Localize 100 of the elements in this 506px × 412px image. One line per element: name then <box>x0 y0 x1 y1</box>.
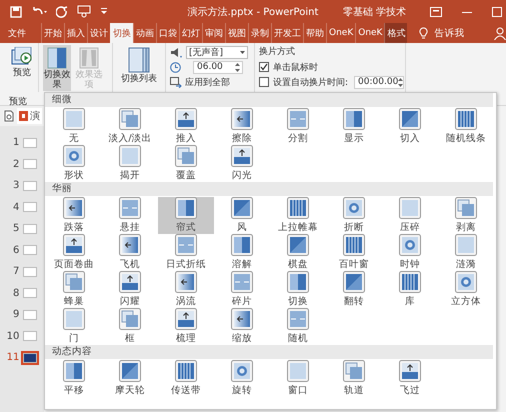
transition-icon <box>287 108 309 130</box>
transition-option[interactable]: 梳理 <box>158 308 214 345</box>
user-name[interactable]: 零基础 学技术 <box>342 4 406 18</box>
transition-option[interactable]: 折断 <box>326 197 382 234</box>
transition-option[interactable]: 框 <box>102 308 158 345</box>
transition-option[interactable]: 风 <box>214 197 270 234</box>
transition-option[interactable]: 切换 <box>270 271 326 308</box>
transition-effects-button[interactable]: 切换效果 <box>43 45 71 91</box>
transition-option[interactable]: 揭开 <box>102 145 158 182</box>
transition-icon <box>63 360 85 382</box>
transition-option[interactable]: 涟漪 <box>438 234 494 271</box>
transition-option[interactable]: 随机 <box>270 308 326 345</box>
transition-option[interactable]: 涡流 <box>158 271 214 308</box>
slide-thumbnail[interactable]: 10 <box>0 326 44 347</box>
transition-option[interactable]: 无 <box>46 108 102 145</box>
maximize-icon[interactable] <box>492 6 502 16</box>
slide-thumbnail[interactable]: 2 <box>0 154 44 175</box>
transition-option[interactable]: 门 <box>46 308 102 345</box>
transition-option[interactable]: 压碎 <box>382 197 438 234</box>
transition-option[interactable]: 页面卷曲 <box>46 234 102 271</box>
transition-option[interactable]: 旋转 <box>214 360 270 397</box>
transition-icon <box>287 234 309 256</box>
transition-option[interactable]: 分割 <box>270 108 326 145</box>
transition-icon <box>175 234 197 256</box>
section-header: 细微 <box>45 93 493 107</box>
transition-option[interactable]: 时钟 <box>382 234 438 271</box>
transition-icon <box>119 360 141 382</box>
transition-list-button[interactable]: 切换列表 <box>119 45 159 85</box>
transition-option[interactable]: 摩天轮 <box>102 360 158 397</box>
transition-option[interactable]: 百叶窗 <box>326 234 382 271</box>
transition-option[interactable]: 轨道 <box>326 360 382 397</box>
transition-option[interactable]: 飞过 <box>382 360 438 397</box>
transition-option[interactable]: 库 <box>382 271 438 308</box>
ribbon-tab[interactable]: 切换 <box>110 23 133 43</box>
sound-dropdown[interactable]: [无声音] <box>186 46 248 58</box>
transition-option[interactable]: 切入 <box>382 108 438 145</box>
transition-option[interactable]: 飞机 <box>102 234 158 271</box>
transition-icon <box>119 308 141 330</box>
redo-icon[interactable] <box>56 6 68 18</box>
apply-to-all-button[interactable]: 应用到全部 <box>170 76 230 88</box>
slide-thumbnail[interactable]: 5 <box>0 218 44 240</box>
tell-me-field[interactable]: 告诉我 <box>434 26 464 40</box>
transition-option[interactable]: 立方体 <box>438 271 494 308</box>
lightbulb-icon <box>419 26 428 40</box>
transition-icon <box>455 197 477 219</box>
transition-option[interactable]: 跌落 <box>46 197 102 234</box>
slide-thumbnail[interactable]: 9 <box>0 304 44 326</box>
effect-options-icon <box>79 47 99 69</box>
transition-option[interactable]: 翻转 <box>326 271 382 308</box>
transition-option[interactable]: 显示 <box>326 108 382 145</box>
duration-field[interactable]: 06.00 <box>193 60 243 74</box>
ribbon-tab[interactable]: 文件 <box>3 23 31 43</box>
slide-thumbnail[interactable]: 11 <box>0 347 44 368</box>
slide-thumbnail[interactable]: 1 <box>0 132 44 154</box>
transition-option[interactable]: 覆盖 <box>158 145 214 182</box>
transition-option[interactable]: 闪光 <box>214 145 270 182</box>
transition-option[interactable]: 碎片 <box>214 271 270 308</box>
transition-option[interactable]: 棋盘 <box>270 234 326 271</box>
slide-thumbnail[interactable]: 8 <box>0 282 44 304</box>
account-icon[interactable] <box>494 26 506 40</box>
transition-option[interactable]: 淡入/淡出 <box>102 108 158 145</box>
save-icon[interactable] <box>10 6 22 18</box>
presenter-icon[interactable] <box>77 5 91 18</box>
slide-thumbnail[interactable]: 4 <box>0 196 44 218</box>
transition-option[interactable]: 随机线条 <box>438 108 494 145</box>
transition-option[interactable]: 传送带 <box>158 360 214 397</box>
group-label: 预览 <box>9 96 27 108</box>
transition-option[interactable]: 窗口 <box>270 360 326 397</box>
transition-option[interactable]: 推入 <box>158 108 214 145</box>
transition-option[interactable]: 闪耀 <box>102 271 158 308</box>
transition-icon <box>119 271 141 293</box>
transition-option[interactable]: 剥离 <box>438 197 494 234</box>
transition-option[interactable]: 擦除 <box>214 108 270 145</box>
preview-icon <box>11 47 33 67</box>
transition-option[interactable]: 上拉帷幕 <box>270 197 326 234</box>
apply-all-icon <box>170 76 182 88</box>
transition-option[interactable]: 帘式 <box>158 197 214 234</box>
transition-option[interactable]: 悬挂 <box>102 197 158 234</box>
slide-thumbnail[interactable]: 3 <box>0 175 44 196</box>
auto-advance-checkbox[interactable]: 设置自动换片时间: <box>259 75 348 89</box>
transition-option[interactable]: 形状 <box>46 145 102 182</box>
transition-option[interactable]: 溶解 <box>214 234 270 271</box>
advance-time-field[interactable]: 00:00.00 <box>354 76 404 88</box>
on-click-checkbox[interactable]: 单击鼠标时 <box>259 60 318 74</box>
transition-option[interactable]: 缩放 <box>214 308 270 345</box>
transition-icon <box>175 360 197 382</box>
transition-option[interactable]: 平移 <box>46 360 102 397</box>
transition-option[interactable]: 日式折纸 <box>158 234 214 271</box>
sound-icon <box>170 46 182 58</box>
preview-button[interactable]: 预览 <box>4 45 40 79</box>
slide-thumbnail[interactable]: 7 <box>0 261 44 282</box>
transition-icon <box>63 197 85 219</box>
transition-icon <box>47 47 67 69</box>
transition-icon <box>343 108 365 130</box>
customize-icon[interactable] <box>100 8 108 16</box>
transition-icon <box>455 234 477 256</box>
transition-option[interactable]: 蜂巢 <box>46 271 102 308</box>
slide-thumbnail[interactable]: 6 <box>0 240 44 261</box>
ribbon-display-icon[interactable] <box>430 6 442 16</box>
ribbon-tab[interactable]: 格式 <box>384 23 408 43</box>
